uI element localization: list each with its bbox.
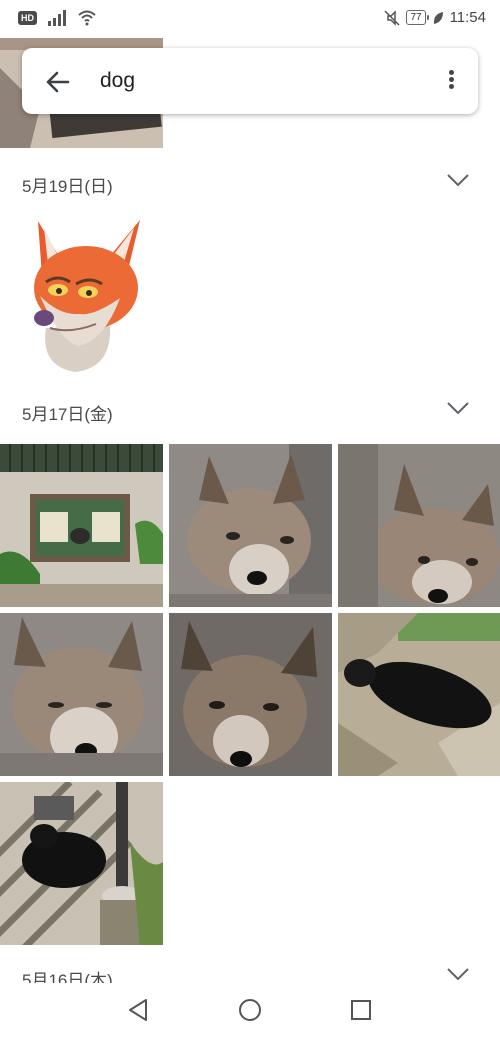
photo-scroll-area[interactable]: 5月19日(日) 5月17日(金) 5月16日(木) bbox=[0, 38, 500, 983]
hd-icon: HD bbox=[18, 11, 37, 25]
search-query[interactable]: dog bbox=[100, 69, 135, 93]
triangle-back-icon[interactable] bbox=[124, 995, 154, 1025]
date-label: 5月19日(日) bbox=[22, 177, 113, 196]
date-label: 5月16日(木) bbox=[22, 971, 113, 983]
photo-thumbnail-sign[interactable] bbox=[0, 444, 163, 607]
search-bar[interactable]: dog bbox=[22, 48, 478, 114]
chevron-down-icon[interactable] bbox=[446, 966, 470, 982]
date-header-3: 5月16日(木) bbox=[0, 956, 500, 983]
photo-thumbnail-fox-2[interactable] bbox=[338, 444, 500, 607]
date-header-1: 5月19日(日) bbox=[0, 162, 500, 202]
status-time: 11:54 bbox=[449, 9, 486, 26]
photo-thumbnail-fox-1[interactable] bbox=[169, 444, 332, 607]
more-vert-icon[interactable] bbox=[446, 68, 456, 94]
mute-icon bbox=[384, 9, 400, 26]
photo-thumbnail-fox-4[interactable] bbox=[169, 613, 332, 776]
chevron-down-icon[interactable] bbox=[446, 172, 470, 188]
circle-home-icon[interactable] bbox=[235, 995, 265, 1025]
wifi-icon bbox=[78, 10, 96, 26]
square-recents-icon[interactable] bbox=[346, 995, 376, 1025]
leaf-icon bbox=[433, 11, 443, 24]
chevron-down-icon[interactable] bbox=[446, 400, 470, 416]
status-bar: HD 77 11:54 bbox=[0, 0, 500, 38]
arrow-left-icon[interactable] bbox=[44, 68, 72, 96]
date-header-2: 5月17日(金) bbox=[0, 390, 500, 430]
signal-icon bbox=[48, 10, 66, 26]
battery-level: 77 bbox=[410, 12, 422, 23]
system-nav-bar bbox=[0, 983, 500, 1037]
photo-thumbnail-fox-mask[interactable] bbox=[0, 206, 163, 378]
status-left: HD bbox=[18, 10, 97, 26]
photo-thumbnail-black-dog-2[interactable] bbox=[0, 782, 163, 945]
photo-thumbnail-fox-3[interactable] bbox=[0, 613, 163, 776]
photo-thumbnail-black-dog-1[interactable] bbox=[338, 613, 500, 776]
battery-icon: 77 bbox=[406, 10, 429, 25]
date-label: 5月17日(金) bbox=[22, 405, 113, 424]
status-right: 77 11:54 bbox=[384, 9, 486, 26]
